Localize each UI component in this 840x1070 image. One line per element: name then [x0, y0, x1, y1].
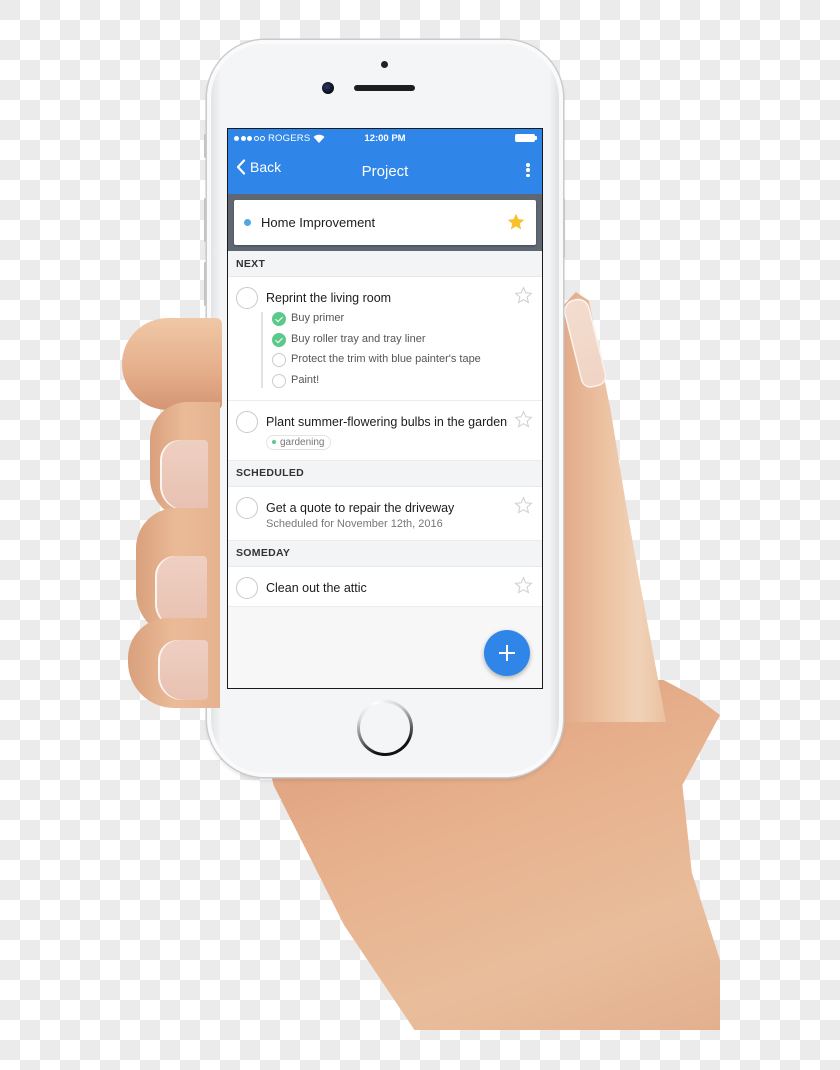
- subtask-item[interactable]: Buy primer: [272, 312, 512, 326]
- project-banner: Home Improvement: [228, 194, 542, 251]
- task-checkbox[interactable]: [236, 576, 258, 599]
- task-item[interactable]: Reprint the living room Buy primer Buy r…: [228, 277, 542, 401]
- nav-bar: Back Project: [228, 149, 542, 194]
- star-outline-icon[interactable]: [514, 409, 533, 429]
- task-checkbox[interactable]: [236, 410, 258, 433]
- project-color-dot: [244, 219, 251, 226]
- star-outline-icon[interactable]: [514, 575, 533, 595]
- proximity-sensor: [381, 61, 388, 68]
- task-title: Plant summer-flowering bulbs in the gard…: [266, 414, 508, 429]
- task-item[interactable]: Get a quote to repair the driveway Sched…: [228, 486, 542, 541]
- star-outline-icon[interactable]: [514, 286, 533, 305]
- task-title: Clean out the attic: [266, 580, 367, 595]
- section-header-scheduled: SCHEDULED: [228, 460, 542, 487]
- section-header-someday: SOMEDAY: [228, 540, 542, 567]
- subtask-label: Paint!: [291, 373, 320, 386]
- subtask-label: Buy primer: [291, 312, 345, 324]
- subtask-label: Protect the trim with blue painter's tap…: [291, 353, 481, 365]
- task-title: Reprint the living room: [266, 291, 392, 305]
- plus-icon: [499, 645, 515, 661]
- subtask-item[interactable]: Buy roller tray and tray liner: [272, 332, 512, 347]
- task-scheduled-date: Scheduled for November 12th, 2016: [266, 517, 443, 530]
- task-checkbox[interactable]: [236, 496, 258, 519]
- battery-icon: [515, 134, 537, 142]
- phone-screen: ROGERS 12:00 PM Back Project Home Improv…: [227, 128, 543, 689]
- subtask-checkbox-checked[interactable]: [272, 332, 286, 347]
- star-filled-icon[interactable]: [506, 212, 526, 232]
- subtask-checkbox-checked[interactable]: [272, 312, 286, 326]
- home-button[interactable]: [357, 700, 413, 756]
- earpiece-speaker: [354, 85, 415, 91]
- subtask-item[interactable]: Protect the trim with blue painter's tap…: [272, 353, 512, 367]
- task-title: Get a quote to repair the driveway: [266, 500, 455, 515]
- tag-label: gardening: [280, 436, 325, 448]
- tag-chip[interactable]: gardening: [266, 434, 332, 450]
- status-time: 12:00 PM: [364, 133, 406, 144]
- fingernail: [158, 640, 208, 700]
- fingernail: [160, 440, 208, 510]
- subtask-checkbox[interactable]: [272, 373, 286, 388]
- subtask-checkbox[interactable]: [272, 353, 286, 367]
- tag-color-dot: [272, 440, 276, 444]
- task-item[interactable]: Plant summer-flowering bulbs in the gard…: [228, 400, 542, 461]
- section-header-next: NEXT: [228, 251, 542, 277]
- task-checkbox[interactable]: [236, 287, 258, 309]
- app-header: ROGERS 12:00 PM Back Project: [228, 129, 542, 194]
- back-label: Back: [250, 159, 282, 175]
- page-title: Project: [361, 163, 409, 180]
- star-outline-icon[interactable]: [514, 495, 533, 515]
- subtask-list: Buy primer Buy roller tray and tray line…: [261, 312, 512, 388]
- subtask-item[interactable]: Paint!: [272, 373, 512, 388]
- project-card[interactable]: Home Improvement: [234, 200, 536, 245]
- front-camera: [322, 82, 334, 94]
- back-button[interactable]: Back: [236, 159, 281, 175]
- task-item[interactable]: Clean out the attic: [228, 566, 542, 607]
- status-bar: ROGERS 12:00 PM: [228, 129, 542, 149]
- add-task-button[interactable]: [484, 630, 530, 676]
- project-name: Home Improvement: [261, 215, 376, 230]
- subtask-label: Buy roller tray and tray liner: [291, 332, 426, 345]
- hand-index-finger: [122, 318, 222, 410]
- more-options-icon[interactable]: [524, 160, 532, 180]
- chevron-left-icon: [236, 159, 246, 175]
